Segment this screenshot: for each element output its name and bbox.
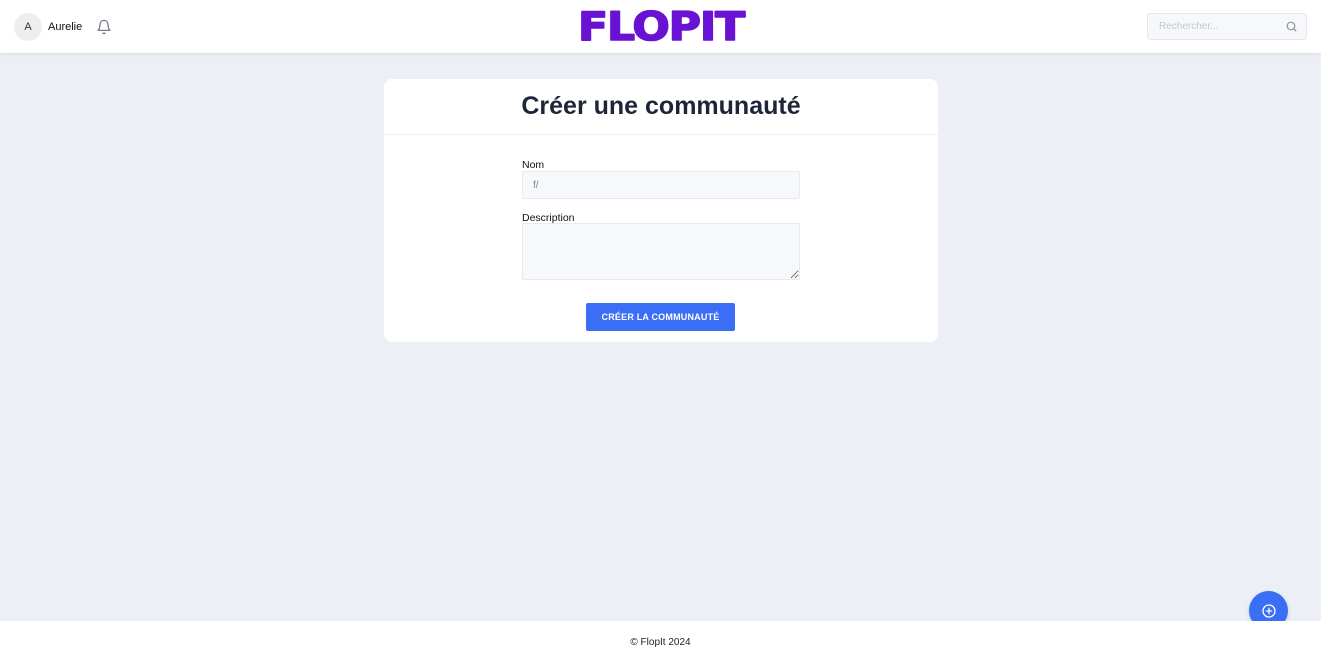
description-textarea[interactable] xyxy=(522,223,800,280)
username[interactable]: Aurelie xyxy=(48,21,82,33)
search-input[interactable] xyxy=(1148,14,1283,39)
create-community-card: Créer une communauté Nom Description CRÉ… xyxy=(384,79,938,342)
copyright-text: © FlopIt 2024 xyxy=(630,636,691,648)
plus-circle-icon xyxy=(1261,603,1276,618)
page-title: Créer une communauté xyxy=(521,92,801,120)
search-icon[interactable] xyxy=(1285,20,1298,33)
logo-text: FLOPIT xyxy=(578,6,746,46)
create-community-button[interactable]: CRÉER LA COMMUNAUTÉ xyxy=(586,303,735,331)
user-menu[interactable]: A Aurelie xyxy=(14,13,112,41)
top-navbar: A Aurelie FLOPIT xyxy=(0,0,1321,53)
avatar[interactable]: A xyxy=(14,13,42,41)
community-name-input[interactable] xyxy=(522,171,800,199)
card-header: Créer une communauté xyxy=(384,79,938,135)
flopit-logo[interactable]: FLOPIT xyxy=(575,4,747,51)
name-label: Nom xyxy=(522,159,545,171)
search-box xyxy=(1147,13,1307,40)
bell-icon[interactable] xyxy=(96,19,112,35)
footer: © FlopIt 2024 xyxy=(0,621,1321,663)
